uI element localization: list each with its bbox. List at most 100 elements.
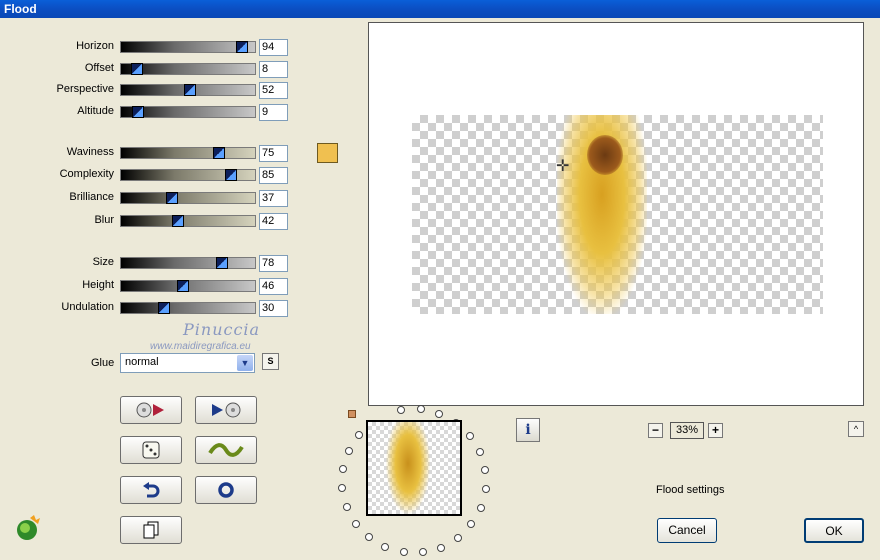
slider-track-size[interactable] <box>120 257 256 269</box>
slider-complexity: Complexity 85 <box>0 167 300 184</box>
ok-button[interactable]: OK <box>804 518 864 543</box>
slider-value-waviness[interactable]: 75 <box>259 145 288 162</box>
slider-thumb-height[interactable] <box>177 280 189 292</box>
slider-label-size: Size <box>92 256 114 268</box>
zoom-in-button[interactable]: + <box>708 423 723 438</box>
slider-size: Size 78 <box>0 255 300 272</box>
slider-label-perspective: Perspective <box>56 83 114 95</box>
info-button[interactable]: i <box>516 418 540 442</box>
navigator-dot <box>467 520 475 528</box>
title-bar: Flood <box>0 0 880 18</box>
navigator-dot <box>365 533 373 541</box>
navigator-handle[interactable] <box>348 410 356 418</box>
chevron-down-icon[interactable]: ▼ <box>237 355 253 371</box>
slider-thumb-horizon[interactable] <box>236 41 248 53</box>
slider-value-offset[interactable]: 8 <box>259 61 288 78</box>
navigator-dot <box>437 544 445 552</box>
plugin-logo <box>14 514 42 542</box>
watermark-name: Pinuccia <box>183 320 261 339</box>
slider-thumb-offset[interactable] <box>131 63 143 75</box>
slider-thumb-altitude[interactable] <box>132 106 144 118</box>
undo-arrow-icon <box>143 482 160 498</box>
slider-track-waviness[interactable] <box>120 147 256 159</box>
slider-value-perspective[interactable]: 52 <box>259 82 288 99</box>
navigator-dot <box>352 520 360 528</box>
ring-icon <box>218 482 234 498</box>
navigator-dot <box>339 465 347 473</box>
slider-label-complexity: Complexity <box>59 168 114 180</box>
navigator-dot <box>417 405 425 413</box>
glue-label: Glue <box>91 357 115 369</box>
slider-thumb-perspective[interactable] <box>184 84 196 96</box>
navigator-thumbnail[interactable] <box>366 420 462 516</box>
zoom-out-button[interactable]: − <box>648 423 663 438</box>
crosshair-icon: ✛ <box>556 158 570 175</box>
preview-image <box>412 115 823 314</box>
color-swatch[interactable] <box>317 143 338 163</box>
slider-label-undulation: Undulation <box>61 301 114 313</box>
slider-waviness: Waviness 75 <box>0 145 300 162</box>
prev-preset-button[interactable] <box>120 396 182 424</box>
slider-thumb-brilliance[interactable] <box>166 192 178 204</box>
navigator-dot <box>419 548 427 556</box>
slider-track-complexity[interactable] <box>120 169 256 181</box>
reset-button[interactable] <box>195 476 257 504</box>
slider-label-brilliance: Brilliance <box>69 191 114 203</box>
slider-thumb-size[interactable] <box>216 257 228 269</box>
slider-thumb-complexity[interactable] <box>225 169 237 181</box>
slider-value-undulation[interactable]: 30 <box>259 300 288 317</box>
wave-icon <box>208 443 244 457</box>
zoom-level: 33% <box>670 422 704 439</box>
cancel-button[interactable]: Cancel <box>657 518 717 543</box>
copy-pages-icon <box>143 521 159 539</box>
dice-icon <box>142 441 160 459</box>
slider-track-height[interactable] <box>120 280 256 292</box>
slider-track-blur[interactable] <box>120 215 256 227</box>
random-button[interactable] <box>120 436 182 464</box>
slider-track-altitude[interactable] <box>120 106 256 118</box>
slider-label-offset: Offset <box>84 62 114 74</box>
navigator-dot <box>345 447 353 455</box>
navigator-dot <box>397 406 405 414</box>
glue-s-button[interactable]: S <box>262 353 279 370</box>
slider-offset: Offset 8 <box>0 61 300 78</box>
slider-track-brilliance[interactable] <box>120 192 256 204</box>
slider-label-horizon: Horizon <box>76 40 114 52</box>
window-title: Flood <box>4 2 37 16</box>
slider-blur: Blur 42 <box>0 213 300 230</box>
expand-button[interactable]: ^ <box>848 421 864 437</box>
slider-thumb-undulation[interactable] <box>158 302 170 314</box>
glue-value: normal <box>125 356 159 368</box>
copy-button[interactable] <box>120 516 182 544</box>
navigator-dot <box>477 504 485 512</box>
slider-thumb-waviness[interactable] <box>213 147 225 159</box>
slider-track-perspective[interactable] <box>120 84 256 96</box>
wave-button[interactable] <box>195 436 257 464</box>
next-preset-button[interactable] <box>195 396 257 424</box>
navigator-dot <box>466 432 474 440</box>
navigator-dot <box>435 410 443 418</box>
slider-track-horizon[interactable] <box>120 41 256 53</box>
navigator-dot <box>338 484 346 492</box>
navigator-dot <box>454 534 462 542</box>
flood-logo-icon <box>17 515 40 540</box>
preview-canvas[interactable]: ✛ <box>368 22 864 406</box>
slider-value-blur[interactable]: 42 <box>259 213 288 230</box>
slider-brilliance: Brilliance 37 <box>0 190 300 207</box>
navigator-dot <box>482 485 490 493</box>
slider-value-brilliance[interactable]: 37 <box>259 190 288 207</box>
thumbnail-figure <box>386 422 430 514</box>
slider-label-blur: Blur <box>94 214 114 226</box>
slider-value-size[interactable]: 78 <box>259 255 288 272</box>
slider-value-altitude[interactable]: 9 <box>259 104 288 121</box>
slider-value-height[interactable]: 46 <box>259 278 288 295</box>
glue-select[interactable]: normal ▼ <box>120 353 255 373</box>
slider-perspective: Perspective 52 <box>0 82 300 99</box>
slider-altitude: Altitude 9 <box>0 104 300 121</box>
slider-value-horizon[interactable]: 94 <box>259 39 288 56</box>
slider-value-complexity[interactable]: 85 <box>259 167 288 184</box>
undo-button[interactable] <box>120 476 182 504</box>
slider-track-undulation[interactable] <box>120 302 256 314</box>
slider-thumb-blur[interactable] <box>172 215 184 227</box>
slider-track-offset[interactable] <box>120 63 256 75</box>
